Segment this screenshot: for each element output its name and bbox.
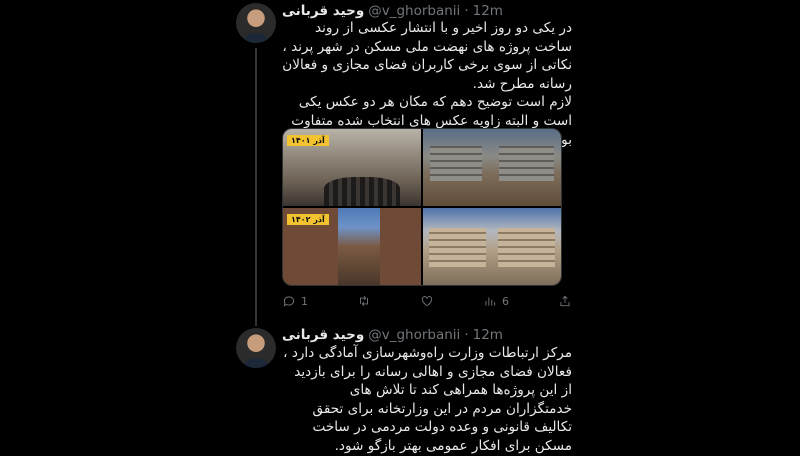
tweet-2[interactable]: وحید قربانی @v_ghorbanii · 12m مرکز ارتب…	[230, 324, 572, 454]
photo-crowd-2022[interactable]: آذر ۱۴۰۱	[283, 129, 421, 206]
retweet-icon	[360, 296, 368, 306]
share-button[interactable]	[558, 294, 572, 308]
tweet-1[interactable]: وحید قربانی @v_ghorbanii · 12m در یکی دو…	[230, 0, 572, 320]
share-icon	[560, 295, 570, 307]
photo-buildings-aerial-1[interactable]	[423, 129, 561, 206]
retweet-button[interactable]	[357, 294, 371, 308]
building-shape	[428, 228, 487, 267]
heart-icon	[421, 296, 433, 307]
thread-connector-line	[255, 48, 257, 326]
photo-buildings-aerial-2[interactable]	[423, 208, 561, 285]
building-shape	[429, 145, 483, 181]
wall-shape	[379, 208, 421, 285]
tweet-text: مرکز ارتباطات وزارت راه‌وشهرسازی آمادگی …	[283, 345, 572, 454]
avatar[interactable]	[236, 328, 276, 368]
date-tag: آذر ۱۴۰۲	[287, 214, 329, 225]
like-button[interactable]	[420, 294, 434, 308]
views-icon	[485, 297, 496, 306]
date-tag: آذر ۱۴۰۱	[287, 135, 329, 146]
tweet-actions: 1 6	[282, 292, 572, 310]
photo-street-2023[interactable]: آذر ۱۴۰۲	[283, 208, 421, 285]
reply-icon	[283, 296, 295, 307]
media-grid[interactable]: آذر ۱۴۰۱ آذر ۱۴۰۲	[282, 128, 562, 286]
views-button[interactable]: 6	[483, 294, 509, 308]
crowd-shape	[324, 176, 401, 206]
avatar[interactable]	[236, 3, 276, 43]
building-shape	[497, 228, 556, 267]
building-shape	[498, 145, 555, 181]
reply-count: 1	[301, 294, 308, 308]
reply-button[interactable]: 1	[282, 294, 308, 308]
views-count: 6	[502, 294, 509, 308]
